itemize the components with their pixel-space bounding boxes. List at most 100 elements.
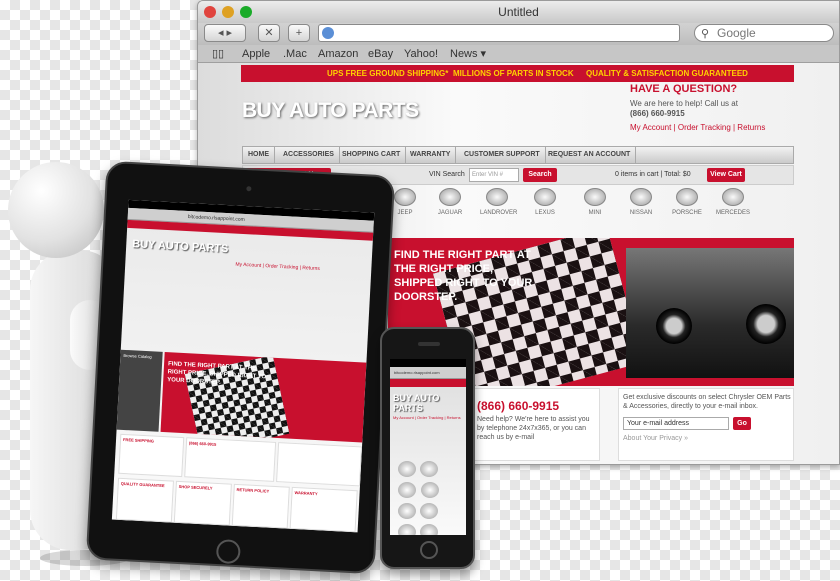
minimize-window-button[interactable] <box>222 6 234 18</box>
brand-mini[interactable]: MINI <box>578 188 612 216</box>
brand-icon[interactable] <box>398 524 416 535</box>
tablet-account-links[interactable]: My Account | Order Tracking | Returns <box>235 262 320 272</box>
search-icon: ⚲ <box>701 28 710 40</box>
brand-mercedes[interactable]: MERCEDES <box>716 188 750 216</box>
car-image <box>626 248 794 378</box>
phone-logo[interactable]: BUY AUTO PARTS <box>393 393 466 413</box>
site-logo[interactable]: BUY AUTO PARTS <box>242 99 419 123</box>
promo-shipping: UPS FREE GROUND SHIPPING* <box>327 69 449 78</box>
email-field[interactable]: Your e-mail address <box>623 417 729 430</box>
brand-nissan[interactable]: NISSAN <box>624 188 658 216</box>
tablet-logo[interactable]: BUY AUTO PARTS <box>132 238 372 263</box>
support-phone: (866) 660-9915 <box>477 399 560 413</box>
hero-headline: FIND THE RIGHT PART AT THE RIGHT PRICE, … <box>394 249 533 303</box>
account-links[interactable]: My Account | Order Tracking | Returns <box>630 123 765 132</box>
brand-logos: JEEP JAGUAR LANDROVER LEXUS MINI NISSAN … <box>388 188 794 236</box>
bookmark-yahoo[interactable]: Yahoo! <box>404 45 438 63</box>
newsletter-box: Get exclusive discounts on select Chrysl… <box>618 388 794 461</box>
tablet-newsletter-box <box>276 442 363 487</box>
nav-request-account[interactable]: REQUEST AN ACCOUNT <box>543 147 637 163</box>
nissan-logo-icon <box>630 188 652 206</box>
bookmark-amazon[interactable]: Amazon <box>318 45 358 63</box>
back-forward-button[interactable]: ◂ ▸ <box>204 24 246 42</box>
add-bookmark-button[interactable]: + <box>288 24 310 42</box>
window-title: Untitled <box>498 5 539 19</box>
nav-warranty[interactable]: WARRANTY <box>405 147 457 163</box>
tablet-quality: QUALITY GUARANTEE <box>115 477 174 523</box>
vin-search-button[interactable]: Search <box>523 168 557 182</box>
brand-icon[interactable] <box>421 482 440 498</box>
stop-button[interactable]: ✕ <box>258 24 280 42</box>
brand-jaguar[interactable]: JAGUAR <box>433 188 467 216</box>
brand-lexus[interactable]: LEXUS <box>528 188 562 216</box>
newsletter-text: Get exclusive discounts on select Chrysl… <box>623 394 791 410</box>
tablet-device: bitcodemo.rlsappoint.com BUY AUTO PARTS … <box>85 160 396 575</box>
nav-accessories[interactable]: ACCESSORIES <box>278 147 340 163</box>
go-button[interactable]: Go <box>733 417 751 430</box>
brand-porsche[interactable]: PORSCHE <box>670 188 704 216</box>
title-bar: Untitled <box>198 1 839 23</box>
tablet-shop-secure: SHOP SECURELY <box>173 480 232 526</box>
phone-device: bitcodemo.rlsappoint.com BUY AUTO PARTS … <box>380 327 475 569</box>
jaguar-logo-icon <box>439 188 461 206</box>
tablet-phone-box: (866) 660-9915 <box>184 437 277 482</box>
view-cart-button[interactable]: View Cart <box>707 168 745 182</box>
main-nav: HOME ACCESSORIES SHOPPING CART WARRANTY … <box>242 146 794 164</box>
window-controls <box>204 6 252 18</box>
brand-icon[interactable] <box>420 524 438 535</box>
zoom-window-button[interactable] <box>240 6 252 18</box>
promo-quality: QUALITY & SATISFACTION GUARANTEED <box>586 69 748 78</box>
tablet-catalog-sidebar: Browse Catalog <box>116 349 163 432</box>
mercedes-logo-icon <box>722 188 744 206</box>
jeep-logo-icon <box>394 188 416 206</box>
vin-input[interactable]: Enter VIN # <box>469 168 519 182</box>
brand-landrover[interactable]: LANDROVER <box>480 188 517 216</box>
phone-screen: bitcodemo.rlsappoint.com BUY AUTO PARTS … <box>390 359 466 535</box>
bookmarks-bar: ▯▯ Apple .Mac Amazon eBay Yahoo! News ▾ <box>198 45 839 63</box>
close-window-button[interactable] <box>204 6 216 18</box>
nav-home[interactable]: HOME <box>243 147 275 163</box>
mini-logo-icon <box>584 188 606 206</box>
vin-label: VIN Search <box>429 171 465 178</box>
brand-icon[interactable] <box>398 461 416 477</box>
porsche-logo-icon <box>676 188 698 206</box>
book-icon[interactable]: ▯▯ <box>212 45 224 63</box>
tablet-hero-text: FIND THE RIGHT PART AT THE RIGHT PRICE, … <box>167 361 267 386</box>
lexus-logo-icon <box>534 188 556 206</box>
browser-toolbar: ◂ ▸ ✕ + ⚲ Google <box>198 23 839 45</box>
support-text: Need help? We're here to assist you by t… <box>477 416 590 441</box>
phone-address-bar[interactable]: bitcodemo.rlsappoint.com <box>390 367 466 379</box>
tablet-screen: bitcodemo.rlsappoint.com BUY AUTO PARTS … <box>111 199 375 533</box>
tablet-free-shipping: FREE SHIPPING <box>118 433 185 478</box>
privacy-link[interactable]: About Your Privacy » <box>623 435 688 442</box>
tablet-hero[interactable]: FIND THE RIGHT PART AT THE RIGHT PRICE, … <box>160 352 367 443</box>
globe-icon <box>322 27 334 39</box>
bookmark-ebay[interactable]: eBay <box>368 45 393 63</box>
phone-brand-icons <box>396 459 458 535</box>
promo-stock: MILLIONS OF PARTS IN STOCK <box>453 69 574 78</box>
nav-customer-support[interactable]: CUSTOMER SUPPORT <box>459 147 546 163</box>
help-phone: (866) 660-9915 <box>630 109 685 118</box>
cart-summary: 0 items in cart | Total: $0 <box>615 171 691 178</box>
phone-speaker <box>418 342 440 346</box>
bookmark-news[interactable]: News ▾ <box>450 45 486 63</box>
brand-icon[interactable] <box>420 503 438 519</box>
tablet-camera <box>246 186 252 192</box>
promo-bar: UPS FREE GROUND SHIPPING* MILLIONS OF PA… <box>241 65 794 82</box>
nav-shopping-cart[interactable]: SHOPPING CART <box>337 147 407 163</box>
tablet-home-button[interactable] <box>215 539 241 565</box>
tablet-warranty: WARRANTY <box>289 486 358 533</box>
google-search-field[interactable]: ⚲ Google <box>694 24 834 42</box>
figure-head <box>8 162 104 258</box>
bookmark-mac[interactable]: .Mac <box>283 45 307 63</box>
brand-icon[interactable] <box>420 461 438 477</box>
question-heading: HAVE A QUESTION? <box>630 83 738 95</box>
bookmark-apple[interactable]: Apple <box>242 45 270 63</box>
phone-account-links[interactable]: My Account | Order Tracking | Returns <box>393 415 466 420</box>
tablet-return-policy: RETURN POLICY <box>231 483 290 529</box>
brand-icon[interactable] <box>398 482 416 498</box>
address-bar[interactable] <box>318 24 680 42</box>
phone-home-button[interactable] <box>420 541 438 559</box>
brand-icon[interactable] <box>398 503 416 519</box>
landrover-logo-icon <box>486 188 508 206</box>
